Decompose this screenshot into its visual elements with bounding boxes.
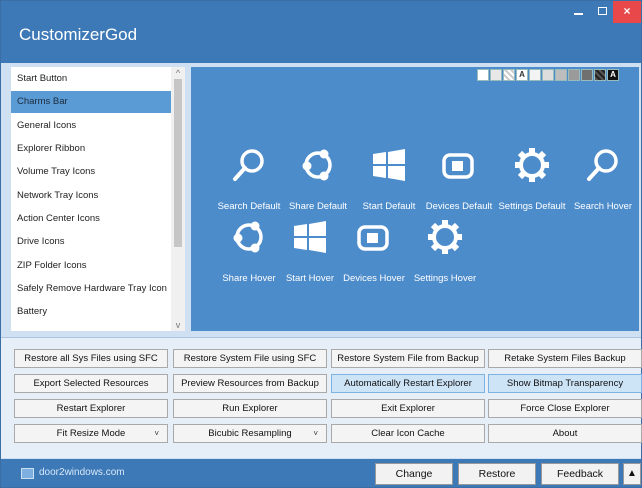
restore-from-backup-button[interactable]: Restore System File from Backup (331, 349, 485, 368)
bg-swatch-off-white[interactable] (529, 69, 541, 81)
app-title: CustomizerGod (19, 25, 138, 44)
sidebar-item-battery[interactable]: Battery (11, 301, 171, 323)
website-link[interactable]: door2windows.com (39, 467, 125, 478)
resampling-dropdown[interactable]: Bicubic Resampling ˅ (173, 424, 327, 443)
restore-all-sfc-button[interactable]: Restore all Sys Files using SFC (14, 349, 168, 368)
devices-icon (357, 225, 389, 251)
bg-swatch-text-light[interactable]: A (516, 69, 528, 81)
icon-label: Search Hover (573, 201, 633, 212)
export-selected-button[interactable]: Export Selected Resources (14, 374, 168, 393)
bg-swatch-silver[interactable] (542, 69, 554, 81)
bg-swatch-gray[interactable] (555, 69, 567, 81)
bg-swatch-white[interactable] (477, 69, 489, 81)
icon-preview-panel: A A Search Default Share Default Start D… (191, 67, 639, 331)
close-icon: × (623, 4, 631, 18)
sidebar-item-volume-tray-icons[interactable]: Volume Tray Icons (11, 161, 171, 183)
feedback-button[interactable]: Feedback (541, 463, 619, 485)
about-button[interactable]: About (488, 424, 642, 443)
resize-mode-value: Fit Resize Mode (56, 428, 126, 439)
sidebar-item-zip-folder-icons[interactable]: ZIP Folder Icons (11, 255, 171, 277)
chevron-down-icon: ˅ (154, 429, 159, 438)
bg-swatch-light-gray[interactable] (490, 69, 502, 81)
scrollbar-thumb[interactable] (174, 79, 182, 247)
windows-logo-icon (373, 149, 405, 181)
sidebar-item-action-center-icons[interactable]: Action Center Icons (11, 208, 171, 230)
run-explorer-button[interactable]: Run Explorer (173, 399, 327, 418)
force-close-explorer-button[interactable]: Force Close Explorer (488, 399, 642, 418)
gear-icon (515, 148, 549, 182)
search-icon (233, 149, 264, 181)
sidebar-item-safely-remove-hardware[interactable]: Safely Remove Hardware Tray Icon (11, 278, 171, 300)
chevron-down-icon: ˅ (313, 429, 318, 438)
restore-button[interactable]: Restore (458, 463, 536, 485)
windows-logo-icon (294, 221, 326, 253)
show-bitmap-transparency-toggle[interactable]: Show Bitmap Transparency (488, 374, 642, 393)
bg-swatch-checker-dark[interactable] (594, 69, 606, 81)
devices-icon (442, 153, 474, 179)
icon-label: Settings Hover (413, 273, 477, 284)
icon-tile-settings-hover[interactable]: Settings Hover (403, 211, 487, 295)
restart-explorer-button[interactable]: Restart Explorer (14, 399, 168, 418)
sidebar-item-explorer-ribbon[interactable]: Explorer Ribbon (11, 138, 171, 160)
sidebar-item-network-tray-icons[interactable]: Network Tray Icons (11, 185, 171, 207)
retake-backup-button[interactable]: Retake System Files Backup (488, 349, 642, 368)
minimize-button[interactable] (567, 1, 589, 23)
change-button[interactable]: Change (375, 463, 453, 485)
icon-tile-search-hover[interactable]: Search Hover (561, 139, 642, 223)
search-icon (587, 149, 618, 181)
resampling-value: Bicubic Resampling (208, 428, 292, 439)
sidebar-item-charms-bar[interactable]: Charms Bar (11, 91, 171, 113)
expand-up-arrow-icon[interactable]: ▲ (623, 463, 641, 485)
close-button[interactable]: × (613, 1, 641, 23)
action-button-panel: Restore all Sys Files using SFC Restore … (1, 338, 642, 458)
resize-mode-dropdown[interactable]: Fit Resize Mode ˅ (14, 424, 168, 443)
app-window: CustomizerGod × Start Button Charms Bar … (0, 0, 642, 488)
scroll-down-arrow-icon[interactable]: v (171, 319, 185, 331)
preview-backup-button[interactable]: Preview Resources from Backup (173, 374, 327, 393)
bg-swatch-dark-gray[interactable] (581, 69, 593, 81)
sidebar-item-start-button[interactable]: Start Button (11, 68, 171, 90)
auto-restart-explorer-toggle[interactable]: Automatically Restart Explorer (331, 374, 485, 393)
bg-swatch-checker-light[interactable] (503, 69, 515, 81)
bg-swatch-mid-gray[interactable] (568, 69, 580, 81)
status-bar: door2windows.com Change Restore Feedback… (1, 459, 641, 487)
share-icon (233, 221, 263, 253)
title-bar[interactable]: CustomizerGod × (1, 1, 641, 63)
website-logo-icon[interactable] (21, 468, 34, 479)
bg-swatch-text-dark[interactable]: A (607, 69, 619, 81)
clear-icon-cache-button[interactable]: Clear Icon Cache (331, 424, 485, 443)
maximize-button[interactable] (591, 1, 613, 23)
minimize-icon (573, 13, 583, 15)
scroll-up-arrow-icon[interactable]: ^ (171, 67, 185, 79)
sidebar-item-general-icons[interactable]: General Icons (11, 115, 171, 137)
sidebar-item-drive-icons[interactable]: Drive Icons (11, 231, 171, 253)
category-list[interactable]: Start Button Charms Bar General Icons Ex… (11, 67, 185, 331)
gear-icon (428, 220, 462, 254)
restore-sfc-button[interactable]: Restore System File using SFC (173, 349, 327, 368)
share-icon (302, 149, 332, 181)
maximize-icon (597, 7, 607, 15)
exit-explorer-button[interactable]: Exit Explorer (331, 399, 485, 418)
